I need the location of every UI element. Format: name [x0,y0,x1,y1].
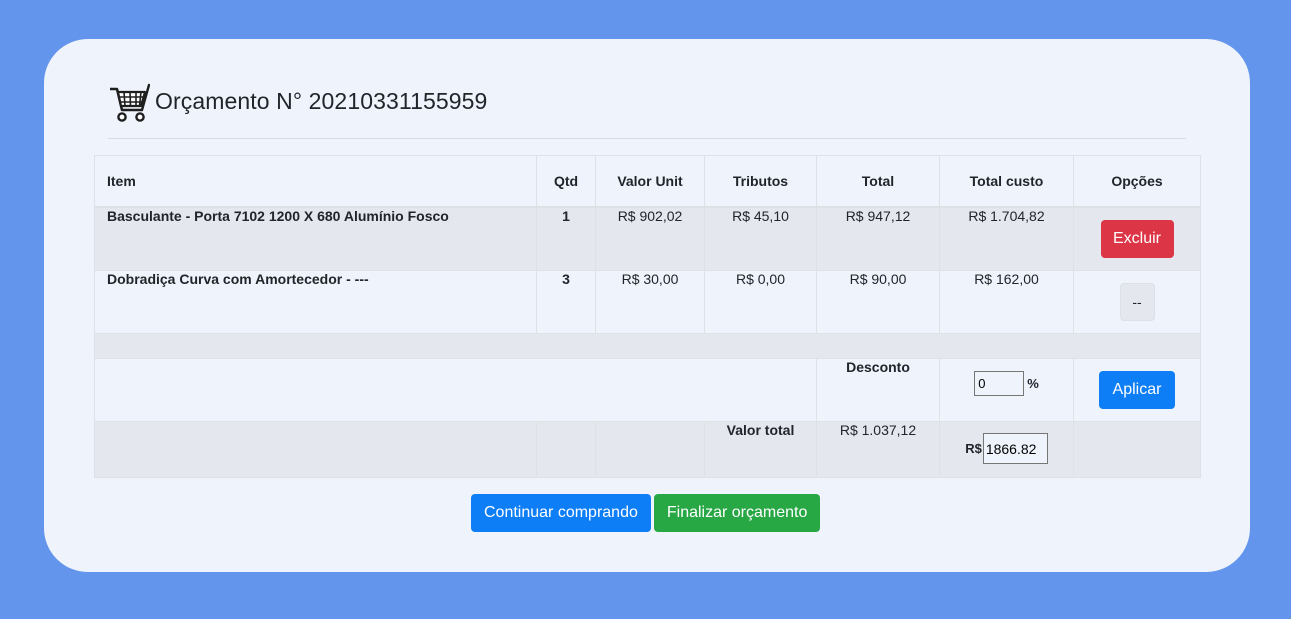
table-header-row: Item Qtd Valor Unit Tributos Total Total… [94,155,1201,208]
discount-unit: % [1027,376,1039,391]
item-options: -- [1073,270,1201,334]
item-valor-unit: R$ 30,00 [595,270,705,334]
column-header-item: Item [94,155,537,208]
discount-label: Desconto [816,358,940,422]
discount-action-cell: Aplicar [1073,358,1201,422]
column-header-total-custo: Total custo [939,155,1074,208]
continue-shopping-button[interactable]: Continuar comprando [471,494,651,532]
footer-actions: Continuar comprando Finalizar orçamento [471,494,821,532]
discount-row: Desconto % Aplicar [94,358,1201,422]
apply-discount-button[interactable]: Aplicar [1099,371,1175,409]
item-tributos: R$ 0,00 [704,270,817,334]
total-value: R$ 1.037,12 [816,421,940,478]
item-options: Excluir [1073,206,1201,271]
total-cost-prefix: R$ [965,441,982,456]
item-valor-unit: R$ 902,02 [595,206,705,271]
item-option-button[interactable]: -- [1119,283,1155,321]
item-total-custo: R$ 162,00 [939,270,1074,334]
discount-input[interactable] [974,371,1025,396]
table-row: Basculante - Porta 7102 1200 X 680 Alumí… [94,206,1201,271]
shopping-cart-icon [108,82,151,122]
item-name: Basculante - Porta 7102 1200 X 680 Alumí… [94,206,537,271]
delete-item-button[interactable]: Excluir [1100,220,1174,258]
page-title: Orçamento N° 20210331155959 [155,88,488,114]
item-tributos: R$ 45,10 [704,206,817,271]
budget-table: Item Qtd Valor Unit Tributos Total Total… [94,155,1201,478]
column-header-valor-unit: Valor Unit [595,155,705,208]
item-qtd: 1 [536,206,596,271]
column-header-opcoes: Opções [1073,155,1201,208]
column-header-tributos: Tributos [704,155,817,208]
item-total: R$ 947,12 [816,206,940,271]
total-cost-input[interactable] [982,433,1048,464]
table-row: Dobradiça Curva com Amortecedor - --- 3 … [94,270,1201,334]
item-total: R$ 90,00 [816,270,940,334]
column-header-qtd: Qtd [536,155,596,208]
discount-cell: % [939,358,1074,422]
finish-budget-button[interactable]: Finalizar orçamento [653,494,821,532]
item-qtd: 3 [536,270,596,334]
table-spacer-row [94,333,1201,359]
total-label: Valor total [704,421,817,478]
item-total-custo: R$ 1.704,82 [939,206,1074,271]
column-header-total: Total [816,155,940,208]
page-header: Orçamento N° 20210331155959 [108,81,1186,139]
item-name: Dobradiça Curva com Amortecedor - --- [94,270,537,334]
total-cost-cell: R$ [939,421,1074,478]
budget-card: Orçamento N° 20210331155959 Item Qtd Val… [44,39,1250,572]
total-row: Valor total R$ 1.037,12 R$ [94,421,1201,478]
